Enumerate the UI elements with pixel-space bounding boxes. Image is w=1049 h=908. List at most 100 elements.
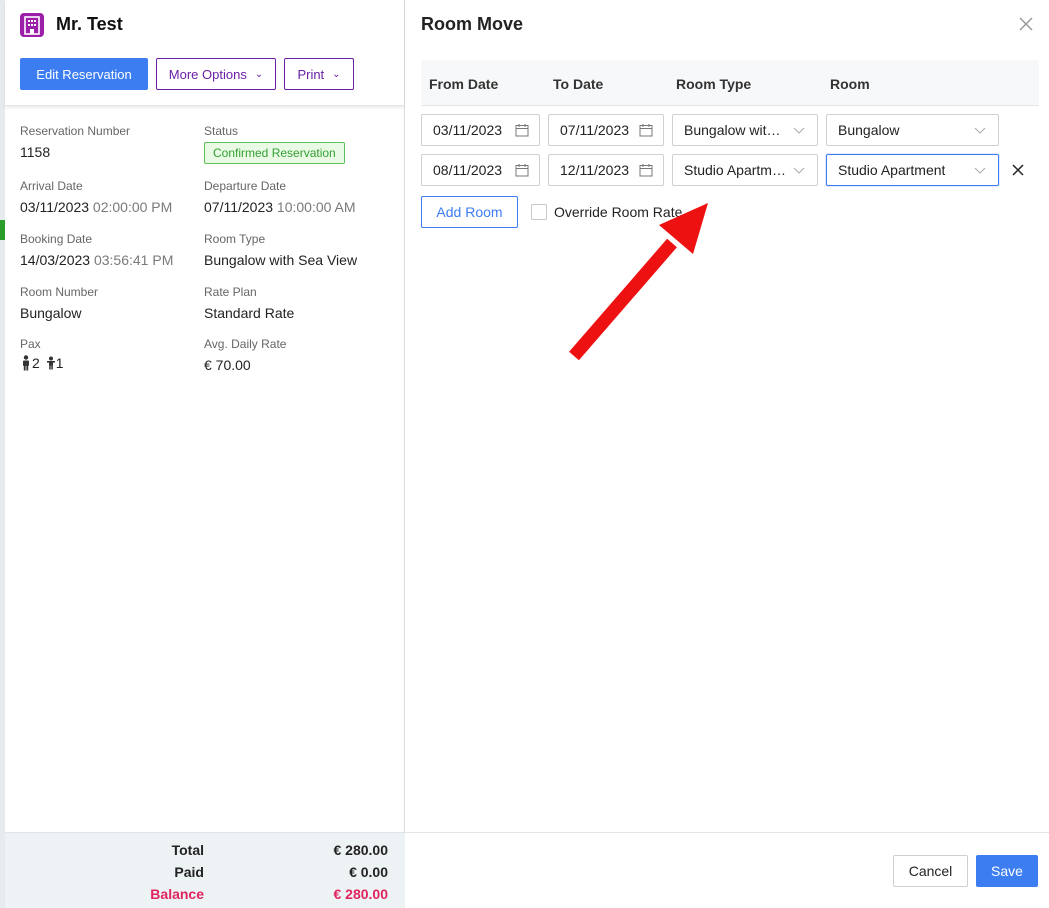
totals-summary: Total € 280.00 Paid € 0.00 Balance € 280… xyxy=(5,832,405,908)
col-from-date: From Date xyxy=(429,76,499,92)
print-button[interactable]: Print ⌄ xyxy=(284,58,354,90)
room-type-field: Room Type Bungalow with Sea View xyxy=(204,232,357,268)
total-label: Total xyxy=(171,842,204,858)
room-select[interactable]: Studio Apartment xyxy=(826,154,999,186)
room-type-select[interactable]: Studio Apartment xyxy=(672,154,818,186)
more-options-label: More Options xyxy=(168,66,247,82)
booking-date-value: 14/03/2023 03:56:41 PM xyxy=(20,252,173,268)
paid-label: Paid xyxy=(174,864,204,880)
from-date-input[interactable]: 03/11/2023 xyxy=(421,114,540,146)
adr-field: Avg. Daily Rate € 70.00 xyxy=(204,337,286,373)
rate-plan-label: Rate Plan xyxy=(204,285,257,299)
add-room-button[interactable]: Add Room xyxy=(421,196,518,228)
pax-field: Pax 2 1 xyxy=(20,337,70,371)
calendar-icon xyxy=(639,124,653,137)
dialog-title: Room Move xyxy=(421,14,524,34)
adr-value: € 70.00 xyxy=(204,357,251,373)
status-label: Status xyxy=(204,124,239,138)
room-move-table-header: From Date To Date Room Type Room xyxy=(421,60,1039,106)
dialog-footer-divider xyxy=(405,832,1049,833)
guest-name: Mr. Test xyxy=(56,14,123,34)
to-date-input[interactable]: 12/11/2023 xyxy=(548,154,664,186)
add-room-label: Add Room xyxy=(436,204,503,220)
room-number-field: Room Number Bungalow xyxy=(20,285,98,321)
pax-label: Pax xyxy=(20,337,41,351)
booking-time: 03:56:41 PM xyxy=(93,252,174,268)
reservation-header: Mr. Test Edit Reservation More Options ⌄… xyxy=(5,0,404,106)
departure-date-field: Departure Date 07/11/2023 10:00:00 AM xyxy=(204,179,356,215)
child-icon xyxy=(46,356,55,370)
room-type-select-value: Studio Apartment xyxy=(684,162,787,178)
calendar-icon xyxy=(515,164,529,177)
room-type-select-value: Bungalow with Sea View xyxy=(684,122,787,138)
to-date-value: 07/11/2023 xyxy=(560,122,630,138)
save-label: Save xyxy=(991,863,1023,879)
col-to-date: To Date xyxy=(553,76,604,92)
chevron-down-icon: ⌄ xyxy=(332,68,341,80)
arrival-date-field: Arrival Date 03/11/2023 02:00:00 PM xyxy=(20,179,172,215)
room-number-label: Room Number xyxy=(20,285,99,299)
room-select-value: Bungalow xyxy=(838,122,900,138)
from-date-value: 03/11/2023 xyxy=(433,122,503,138)
chevron-down-icon: ⌄ xyxy=(254,68,264,80)
room-type-value: Bungalow with Sea View xyxy=(204,252,358,268)
room-number-value: Bungalow xyxy=(20,305,82,321)
pax-value: 2 1 xyxy=(20,355,70,371)
calendar-icon xyxy=(515,124,529,137)
override-room-rate-checkbox[interactable] xyxy=(531,204,547,220)
room-type-select[interactable]: Bungalow with Sea View xyxy=(672,114,818,146)
print-label: Print xyxy=(297,66,325,82)
arrival-date-value: 03/11/2023 02:00:00 PM xyxy=(20,199,172,215)
departure-date: 07/11/2023 xyxy=(204,199,274,215)
remove-row-icon[interactable] xyxy=(1010,160,1026,180)
rate-plan-field: Rate Plan Standard Rate xyxy=(204,285,294,321)
booking-date-field: Booking Date 14/03/2023 03:56:41 PM xyxy=(20,232,173,268)
balance-value: € 280.00 xyxy=(333,886,389,902)
chevron-down-icon xyxy=(974,127,986,134)
chevron-down-icon xyxy=(793,127,805,134)
from-date-value: 08/11/2023 xyxy=(433,162,503,178)
room-type-label: Room Type xyxy=(204,232,266,246)
arrival-date: 03/11/2023 xyxy=(20,199,90,215)
status-field: Status Confirmed Reservation xyxy=(204,124,345,164)
calendar-icon xyxy=(639,164,653,177)
departure-date-value: 07/11/2023 10:00:00 AM xyxy=(204,199,356,215)
edit-reservation-label: Edit Reservation xyxy=(36,66,132,82)
col-room-type: Room Type xyxy=(676,76,752,92)
save-button[interactable]: Save xyxy=(976,855,1038,887)
reservation-panel: Mr. Test Edit Reservation More Options ⌄… xyxy=(5,0,405,908)
room-select[interactable]: Bungalow xyxy=(826,114,999,146)
cancel-button[interactable]: Cancel xyxy=(893,855,968,887)
balance-label: Balance xyxy=(150,886,204,902)
status-badge: Confirmed Reservation xyxy=(204,142,345,164)
reservation-number-value: 1158 xyxy=(20,144,51,160)
edit-reservation-button[interactable]: Edit Reservation xyxy=(20,58,148,90)
pax-children: 1 xyxy=(55,355,64,371)
reservation-number-label: Reservation Number xyxy=(20,124,131,138)
booking-date: 14/03/2023 xyxy=(20,252,91,268)
pax-adults: 2 xyxy=(32,355,40,371)
from-date-input[interactable]: 08/11/2023 xyxy=(421,154,540,186)
adr-label: Avg. Daily Rate xyxy=(204,337,287,351)
rate-plan-value: Standard Rate xyxy=(204,305,295,321)
room-move-dialog: Room Move From Date To Date Room Type Ro… xyxy=(405,0,1049,908)
arrival-date-label: Arrival Date xyxy=(20,179,83,193)
chevron-down-icon xyxy=(793,167,805,174)
chevron-down-icon xyxy=(974,167,986,174)
arrival-time: 02:00:00 PM xyxy=(92,199,173,215)
close-icon[interactable] xyxy=(1016,14,1036,34)
to-date-value: 12/11/2023 xyxy=(560,162,630,178)
building-icon xyxy=(20,13,44,37)
booking-date-label: Booking Date xyxy=(20,232,93,246)
total-value: € 280.00 xyxy=(333,842,389,858)
override-room-rate-label: Override Room Rate xyxy=(554,204,683,220)
cancel-label: Cancel xyxy=(908,863,953,879)
departure-time: 10:00:00 AM xyxy=(276,199,356,215)
col-room: Room xyxy=(830,76,870,92)
paid-value: € 0.00 xyxy=(349,864,388,880)
more-options-button[interactable]: More Options ⌄ xyxy=(156,58,276,90)
adult-icon xyxy=(23,355,29,371)
departure-date-label: Departure Date xyxy=(204,179,287,193)
to-date-input[interactable]: 07/11/2023 xyxy=(548,114,664,146)
room-select-value: Studio Apartment xyxy=(838,162,946,178)
